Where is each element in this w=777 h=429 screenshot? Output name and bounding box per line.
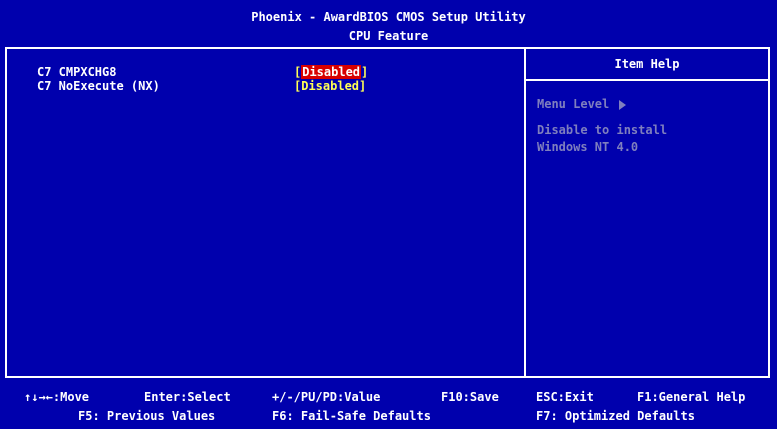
- option-label-c7-noexecute[interactable]: C7 NoExecute (NX): [37, 80, 160, 93]
- item-help-header: Item Help: [526, 49, 768, 81]
- key-legend: ↑↓→←:Move Enter:Select +/-/PU/PD:Value F…: [0, 380, 777, 429]
- key-hint-value: +/-/PU/PD:Value: [272, 390, 381, 404]
- triangle-right-icon: [619, 99, 627, 110]
- key-hint-previous-values: F5: Previous Values: [78, 409, 216, 423]
- option-value-text[interactable]: Disabled: [301, 79, 359, 93]
- settings-panel: C7 CMPXCHG8 [Disabled] C7 NoExecute (NX)…: [5, 47, 770, 378]
- page-title: CPU Feature: [348, 29, 429, 43]
- key-hint-save: F10:Save: [441, 390, 499, 404]
- help-text-line-2: Windows NT 4.0: [537, 140, 639, 154]
- key-hint-select: Enter:Select: [144, 390, 231, 404]
- utility-title: Phoenix - AwardBIOS CMOS Setup Utility: [251, 10, 526, 24]
- key-hint-move: ↑↓→←:Move: [24, 390, 90, 404]
- option-label-c7-cmpxchg8[interactable]: C7 CMPXCHG8: [37, 66, 116, 79]
- help-text-line-1: Disable to install: [537, 123, 668, 137]
- key-hint-failsafe-defaults: F6: Fail-Safe Defaults: [272, 409, 431, 423]
- panel-divider: [524, 49, 526, 376]
- key-hint-help: F1:General Help: [637, 390, 746, 404]
- option-value-c7-cmpxchg8[interactable]: [Disabled]: [294, 65, 368, 79]
- menu-level-indicator: Menu Level: [537, 97, 627, 111]
- key-hint-exit: ESC:Exit: [536, 390, 594, 404]
- menu-level-label: Menu Level: [537, 97, 610, 111]
- bios-screen: Phoenix - AwardBIOS CMOS Setup Utility C…: [0, 0, 777, 429]
- option-value-c7-noexecute[interactable]: [Disabled]: [294, 80, 366, 93]
- key-hint-optimized-defaults: F7: Optimized Defaults: [536, 409, 695, 423]
- option-value-text[interactable]: Disabled: [301, 65, 362, 79]
- title-bar: Phoenix - AwardBIOS CMOS Setup Utility C…: [0, 0, 777, 46]
